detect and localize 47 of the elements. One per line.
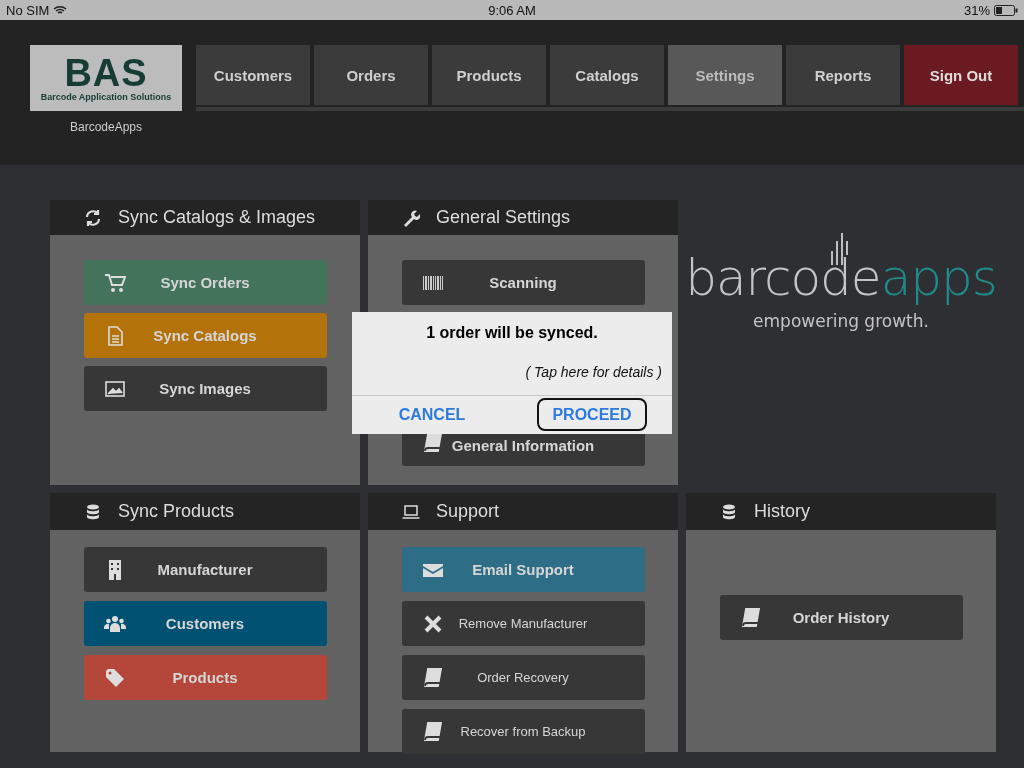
action-button[interactable]: Order Recovery bbox=[401, 655, 645, 700]
action-button[interactable]: Order History bbox=[719, 595, 963, 640]
nav-tab[interactable]: Products bbox=[432, 45, 546, 105]
panel-title: Sync Products bbox=[118, 501, 235, 522]
action-button[interactable]: Products bbox=[83, 655, 327, 700]
wrench-icon bbox=[402, 208, 420, 227]
logo-mark: BAS bbox=[64, 54, 148, 92]
cart-icon bbox=[103, 271, 126, 294]
nav-tab[interactable]: Orders bbox=[314, 45, 428, 105]
nav-tab[interactable]: Catalogs bbox=[550, 45, 664, 105]
clock-time: 9:06 AM bbox=[488, 2, 536, 18]
brand-wordmark: barcodeapps bbox=[685, 253, 997, 303]
logo-caption: BarcodeApps bbox=[69, 120, 142, 134]
database-icon bbox=[720, 502, 738, 521]
action-button[interactable]: Customers bbox=[83, 601, 327, 646]
carrier-label: No SIM bbox=[6, 2, 50, 18]
brand-slogan: empowering growth. bbox=[753, 311, 929, 331]
action-button[interactable]: Recover from Backup bbox=[401, 709, 645, 754]
logo-tagline: Barcode Application Solutions bbox=[40, 92, 172, 102]
book-icon bbox=[421, 720, 444, 743]
nav-tab[interactable]: Customers bbox=[196, 45, 310, 105]
laptop-icon bbox=[402, 502, 420, 521]
panel-title: Support bbox=[436, 501, 500, 522]
refresh-icon bbox=[84, 208, 102, 227]
dialog-message: 1 order will be synced. bbox=[425, 323, 599, 342]
panel-title: History bbox=[754, 501, 810, 522]
panel-title: Sync Catalogs & Images bbox=[118, 207, 316, 228]
nav-tab[interactable]: Reports bbox=[786, 45, 900, 105]
action-button[interactable]: Remove Manufacturer bbox=[401, 601, 645, 646]
battery-percent: 31% bbox=[963, 2, 990, 18]
details-link[interactable]: ( Tap here for details ) bbox=[352, 342, 672, 380]
action-button[interactable]: Scanning bbox=[401, 260, 645, 305]
action-button[interactable]: Sync Orders bbox=[83, 260, 327, 305]
action-button[interactable]: Email Support bbox=[401, 547, 645, 592]
nav-tab[interactable]: Settings bbox=[668, 45, 782, 105]
action-button[interactable]: Sync Images bbox=[83, 366, 327, 411]
database-icon bbox=[84, 502, 102, 521]
wifi-icon bbox=[53, 5, 68, 15]
tag-icon bbox=[103, 666, 126, 689]
book-icon bbox=[421, 666, 444, 689]
nav-tab[interactable]: Sign Out bbox=[904, 45, 1018, 105]
book-icon bbox=[739, 606, 762, 629]
book-icon bbox=[421, 432, 444, 454]
action-button[interactable]: Manufacturer bbox=[83, 547, 327, 592]
panel-title: General Settings bbox=[436, 207, 571, 228]
dialog-button[interactable]: PROCEED bbox=[537, 398, 647, 431]
battery-icon bbox=[994, 4, 1018, 16]
